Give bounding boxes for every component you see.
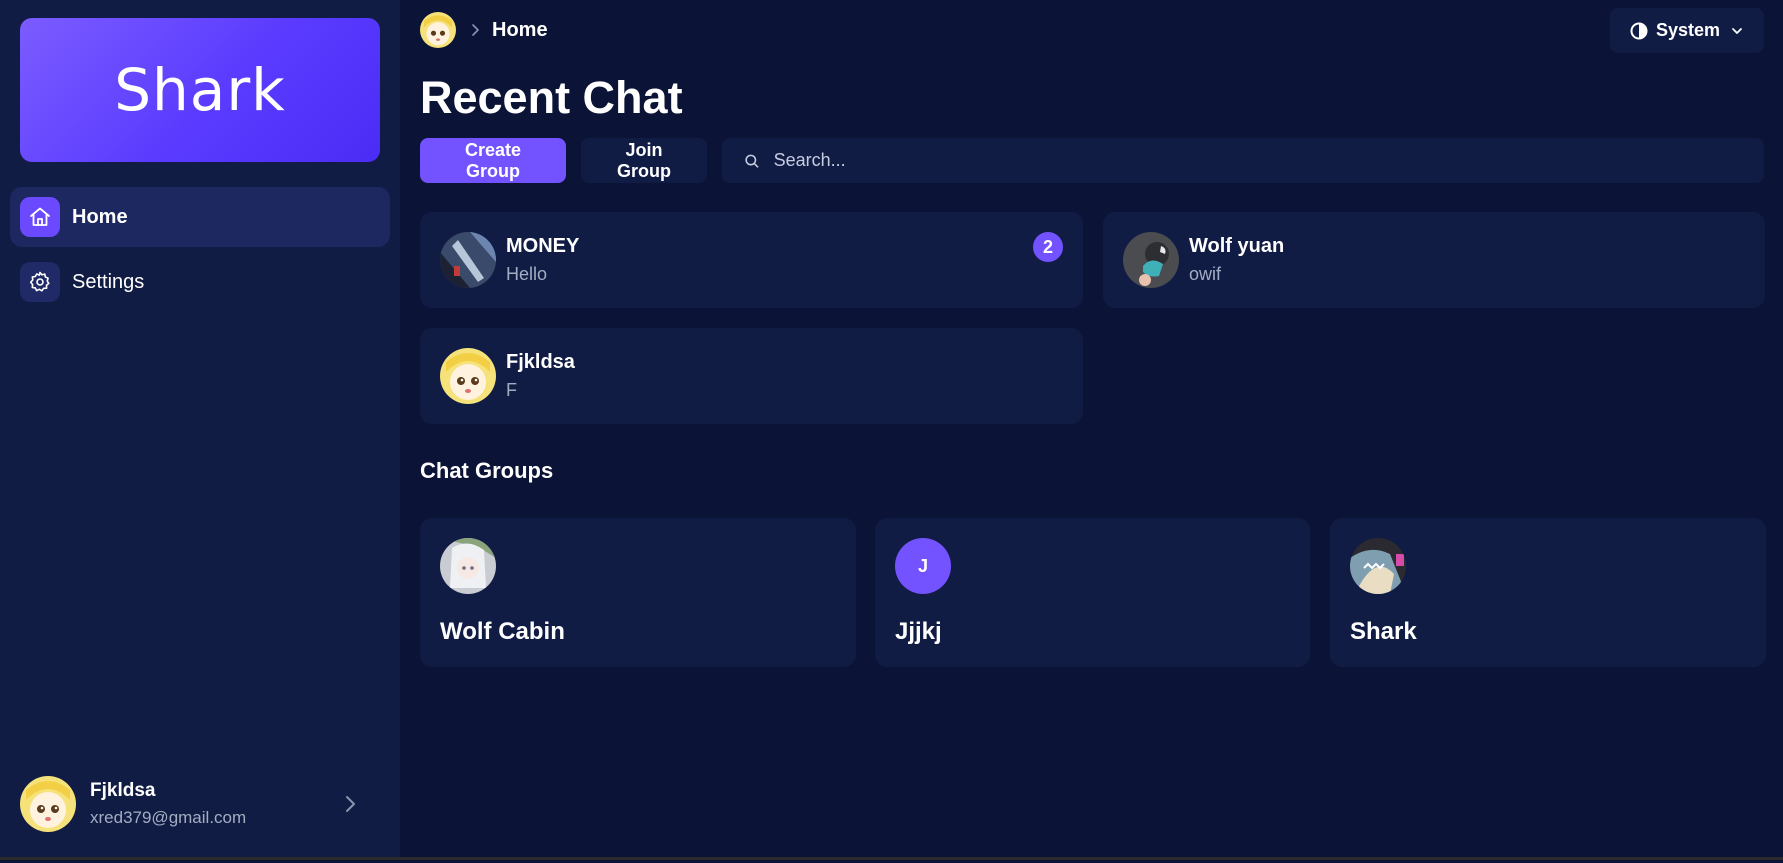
avatar [1123,232,1179,288]
avatar [440,232,496,288]
brand-logo[interactable]: Shark [20,18,380,162]
theme-label: System [1655,20,1721,40]
sidebar-item-home[interactable]: Home [10,187,390,247]
chevron-down-icon [1732,27,1742,34]
breadcrumb: Home [420,12,548,48]
group-name: Jjjkj [895,618,942,645]
chat-last-message: owif [1189,264,1222,284]
brand-name: Shark [114,56,286,124]
chevron-right-icon [346,796,355,812]
theme-select-button[interactable]: System [1610,8,1764,53]
chat-name: MONEY [506,235,580,257]
create-group-button[interactable]: Create Group [420,138,566,183]
chat-name: Wolf yuan [1189,235,1285,257]
user-name: Fjkldsa [90,780,156,801]
group-name: Shark [1350,618,1417,645]
search-icon [745,154,759,168]
avatar [440,538,496,594]
app-window: Shark Home Settings Fjkldsa xred379@gmai… [0,0,1783,860]
avatar [440,348,496,404]
chat-card[interactable]: Wolf yuan owif [1103,212,1765,308]
sidebar-item-settings[interactable]: Settings [10,252,390,312]
chevron-right-icon [472,24,479,36]
chat-last-message: F [506,380,517,400]
sidebar-item-label: Settings [72,270,145,293]
group-card[interactable]: Wolf Cabin [420,518,856,667]
sidebar-item-label: Home [72,205,128,228]
user-email: xred379@gmail.com [90,808,247,827]
chat-name: Fjkldsa [506,351,575,373]
contrast-icon [1630,22,1648,39]
sidebar-nav: Home Settings [10,187,390,317]
gear-icon [20,262,60,302]
avatar [20,776,76,832]
avatar[interactable] [420,12,456,48]
action-bar: Create Group Join Group [420,138,1764,183]
home-icon [20,197,60,237]
section-title: Chat Groups [420,458,554,483]
chat-last-message: Hello [506,264,548,284]
sidebar: Shark Home Settings Fjkldsa xred379@gmai… [0,0,400,860]
chat-card[interactable]: Fjkldsa F [420,328,1083,424]
bottom-divider [0,857,1783,860]
breadcrumb-current[interactable]: Home [492,19,548,42]
avatar [1350,538,1406,594]
user-profile-card[interactable]: Fjkldsa xred379@gmail.com [20,775,380,833]
group-card[interactable]: Shark [1330,518,1766,667]
main-content: Home System Recent Chat Create Group Joi… [400,0,1783,860]
avatar: J [895,538,951,594]
group-name: Wolf Cabin [440,618,565,645]
search-input[interactable] [771,149,1764,172]
join-group-button[interactable]: Join Group [581,138,707,183]
group-card[interactable]: J Jjjkj [875,518,1310,667]
search-box[interactable] [722,138,1764,183]
page-title: Recent Chat [420,72,683,123]
chat-card[interactable]: MONEY Hello 2 [420,212,1083,308]
unread-badge: 2 [1033,232,1063,262]
